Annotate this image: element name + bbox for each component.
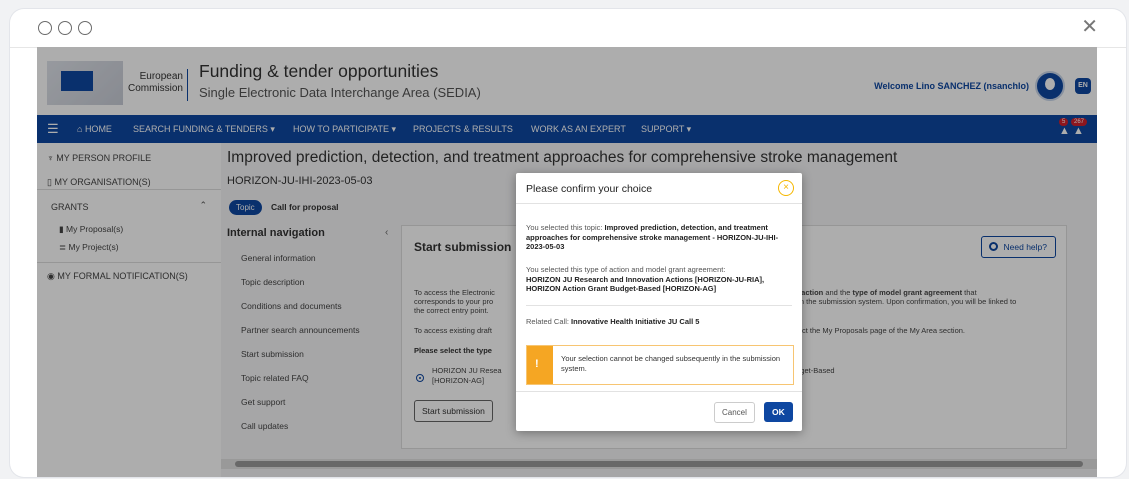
dialog-header: Please confirm your choice ×	[516, 173, 802, 204]
text-segment: Related Call:	[526, 317, 569, 326]
window-controls	[38, 21, 92, 35]
dialog-title: Please confirm your choice	[526, 183, 653, 195]
warning-box: ! Your selection cannot be changed subse…	[526, 345, 794, 385]
text-segment: You selected this topic:	[526, 223, 603, 232]
text-segment: You selected this type of action and mod…	[526, 265, 726, 274]
window-dot-icon[interactable]	[78, 21, 92, 35]
text-segment: Innovative Health Initiative JU Call 5	[571, 317, 700, 326]
window-close-icon[interactable]: ✕	[1081, 17, 1098, 37]
ok-button[interactable]: OK	[764, 402, 793, 422]
dialog-action-text: You selected this type of action and mod…	[526, 265, 792, 294]
warning-text: Your selection cannot be changed subsequ…	[561, 354, 781, 373]
dialog-topic-text: You selected this topic: Improved predic…	[526, 223, 792, 252]
window-chrome: ✕	[10, 9, 1126, 48]
window-dot-icon[interactable]	[58, 21, 72, 35]
dialog-call-text: Related Call: Innovative Health Initiati…	[526, 317, 792, 327]
close-icon[interactable]: ×	[778, 180, 794, 196]
dialog-footer: Cancel OK	[516, 391, 802, 432]
browser-window: ✕ European Commission Funding & tender o…	[10, 9, 1126, 477]
text-segment: HORIZON JU Research and Innovation Actio…	[526, 274, 765, 294]
dialog-divider	[526, 305, 792, 306]
window-dot-icon[interactable]	[38, 21, 52, 35]
warning-icon: !	[527, 346, 553, 384]
confirm-dialog: Please confirm your choice × You selecte…	[516, 173, 802, 431]
cancel-button[interactable]: Cancel	[714, 402, 755, 423]
